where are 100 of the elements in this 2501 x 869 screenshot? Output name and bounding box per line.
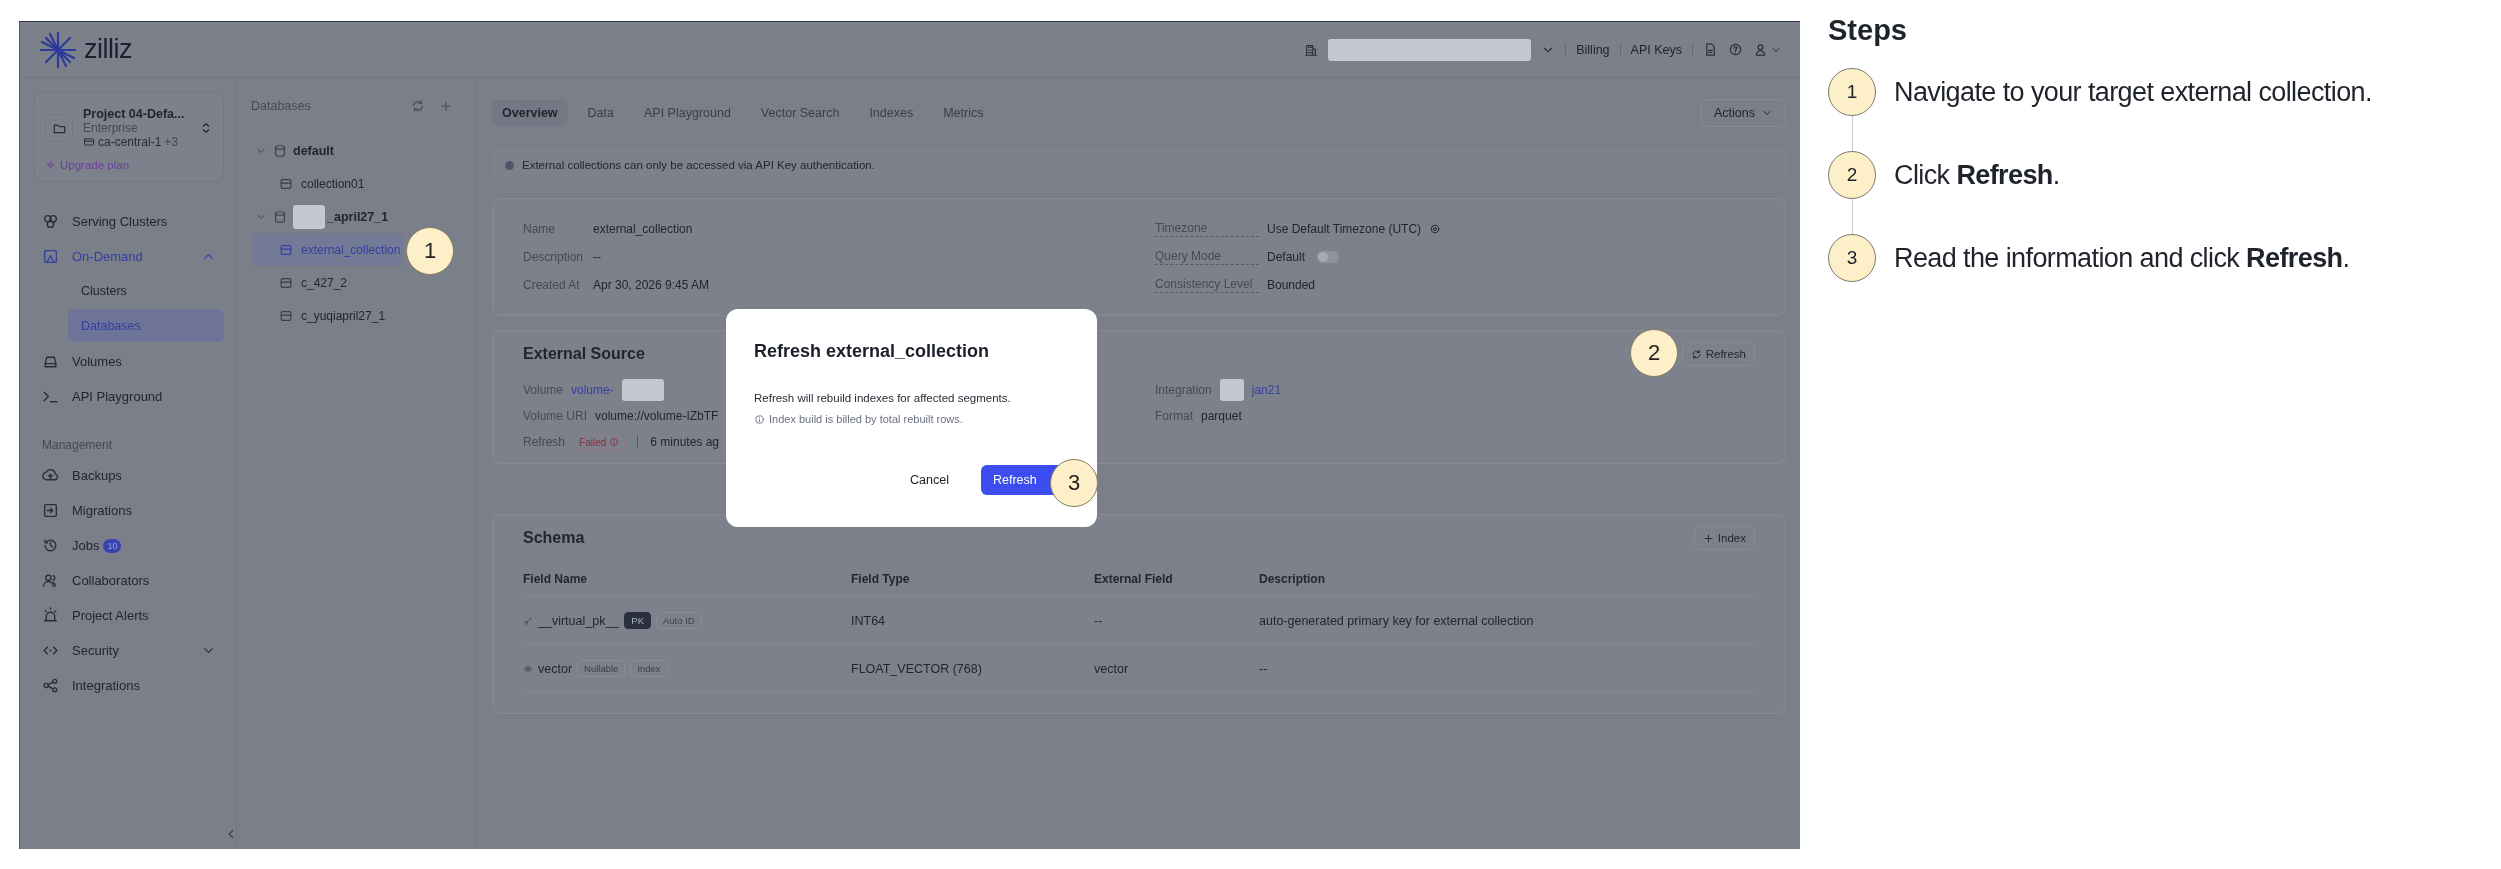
tab[interactable]: Indexes [859,100,924,126]
nav-item[interactable]: Backups [34,458,224,493]
link[interactable]: volume- [571,383,614,397]
nav-item[interactable]: Jobs 10 [34,528,224,563]
step-number: 3 [1828,234,1876,282]
card-title: Schema [523,529,585,547]
header-link[interactable]: Billing [1576,42,1610,57]
refresh-icon [411,99,425,113]
field-label: Integration [1155,383,1212,397]
nav-item[interactable]: Collaborators [34,563,224,598]
table-icon [279,242,293,257]
database-item[interactable]: default [251,134,461,167]
tab[interactable]: API Playground [634,100,741,126]
dialog-message: Refresh will rebuild indexes for affected segments. [754,392,1012,404]
table-cell: INT64 [851,613,886,628]
refresh-button[interactable]: Refresh [1681,342,1755,366]
region-label: ca-central-1 [98,135,162,149]
nav-subitem[interactable]: Databases [68,309,224,342]
value-text: external_collection [593,222,693,236]
info-icon [609,437,620,447]
history-icon [42,537,59,554]
dialog-note: Index build is billed by total rebuilt rows. [769,413,963,425]
column-header: Field Type [851,561,1094,597]
nav-item[interactable]: API Playground [34,379,224,414]
field-tag: Auto ID [656,612,702,629]
add-button[interactable] [439,99,453,113]
collection-item[interactable]: collection01 [251,167,369,200]
value-text: Apr 30, 2026 9:45 AM [593,278,710,292]
tab[interactable]: Vector Search [750,100,850,126]
toggle-switch[interactable] [1317,251,1340,263]
value-text: volume://volume-IZbTF [595,409,719,423]
nav-item[interactable]: On-Demand [34,239,224,274]
table-icon [279,308,293,323]
collection-item[interactable]: external_collection [251,233,405,266]
info-icon [754,413,765,425]
step-text: Read the information and click Refresh. [1894,242,2350,274]
alarm-icon [42,607,59,624]
link[interactable]: jan21 [1251,383,1282,397]
field-name: __virtual_pk__ [538,613,620,628]
collection-item[interactable]: c_427_2 [251,266,352,299]
time-text: 6 minutes ag [650,435,719,449]
nav-item[interactable]: Migrations [34,493,224,528]
cancel-button[interactable]: Cancel [898,466,961,494]
plus-icon [1702,532,1714,544]
people-icon [42,572,59,589]
step-number: 1 [1828,68,1876,116]
project-name: Project 04-Defa... [83,107,186,121]
document-icon [1703,42,1718,57]
value-text: Use Default Timezone (UTC) [1267,222,1422,236]
nav-item[interactable]: Project Alerts [34,598,224,633]
nav-item[interactable]: Volumes [34,344,224,379]
field-tag: Index [630,660,668,677]
table-cell: vector [1094,661,1129,676]
database-icon [273,209,287,224]
table-icon [279,275,293,290]
step-marker-tooltip: 1 [406,227,454,275]
table-cell: FLOAT_VECTOR (768) [851,661,982,676]
share-icon [42,677,59,694]
table-cell: -- [1259,661,1268,676]
nav-item[interactable]: Serving Clusters [34,204,224,239]
banner-text: External collections can only be accessed via API Key authentication. [522,159,875,171]
table-cell: -- [1094,613,1103,628]
add-index-button[interactable]: Index [1693,526,1755,550]
building-icon [1304,42,1319,57]
refresh-icon [1690,348,1702,360]
header-link[interactable]: API Keys [1630,42,1682,57]
logo-text: zilliz [84,34,132,65]
dialog-title: Refresh external_collection [754,341,991,362]
value-text: Default [1267,250,1306,264]
refresh-button[interactable] [411,99,425,113]
step-number: 2 [1828,151,1876,199]
import-icon [42,502,59,519]
help-icon [1728,42,1743,57]
value-text: -- [593,250,601,264]
nav-item[interactable]: Security [34,633,224,668]
column-header: External Field [1094,561,1259,597]
nav-subitem[interactable]: Clusters [68,274,224,307]
count-badge: 10 [103,538,122,553]
account-menu[interactable] [1753,42,1782,57]
value-text: Bounded [1267,278,1316,292]
user-icon [1753,42,1768,57]
tab[interactable]: Overview [492,100,568,126]
column-header: Description [1259,561,1755,597]
actions-button[interactable]: Actions [1701,99,1786,127]
tab[interactable]: Metrics [933,100,994,126]
value-text: parquet [1201,409,1242,423]
column-header: Field Name [523,561,851,597]
field-name: vector [538,661,573,676]
nav-item[interactable]: Integrations [34,668,224,703]
tab[interactable]: Data [577,100,624,126]
table-icon [279,176,293,191]
field-tag: PK [624,612,651,629]
clusters-icon [42,213,59,230]
table-cell: auto-generated primary key for external collection [1259,613,1534,628]
collection-item[interactable]: c_yuqiapril27_1 [251,299,390,332]
plus-icon [439,99,453,113]
key-icon [523,615,533,626]
step-text: Click Refresh. [1894,159,2060,191]
field-label: Refresh [523,435,566,449]
status-dot [505,160,514,170]
